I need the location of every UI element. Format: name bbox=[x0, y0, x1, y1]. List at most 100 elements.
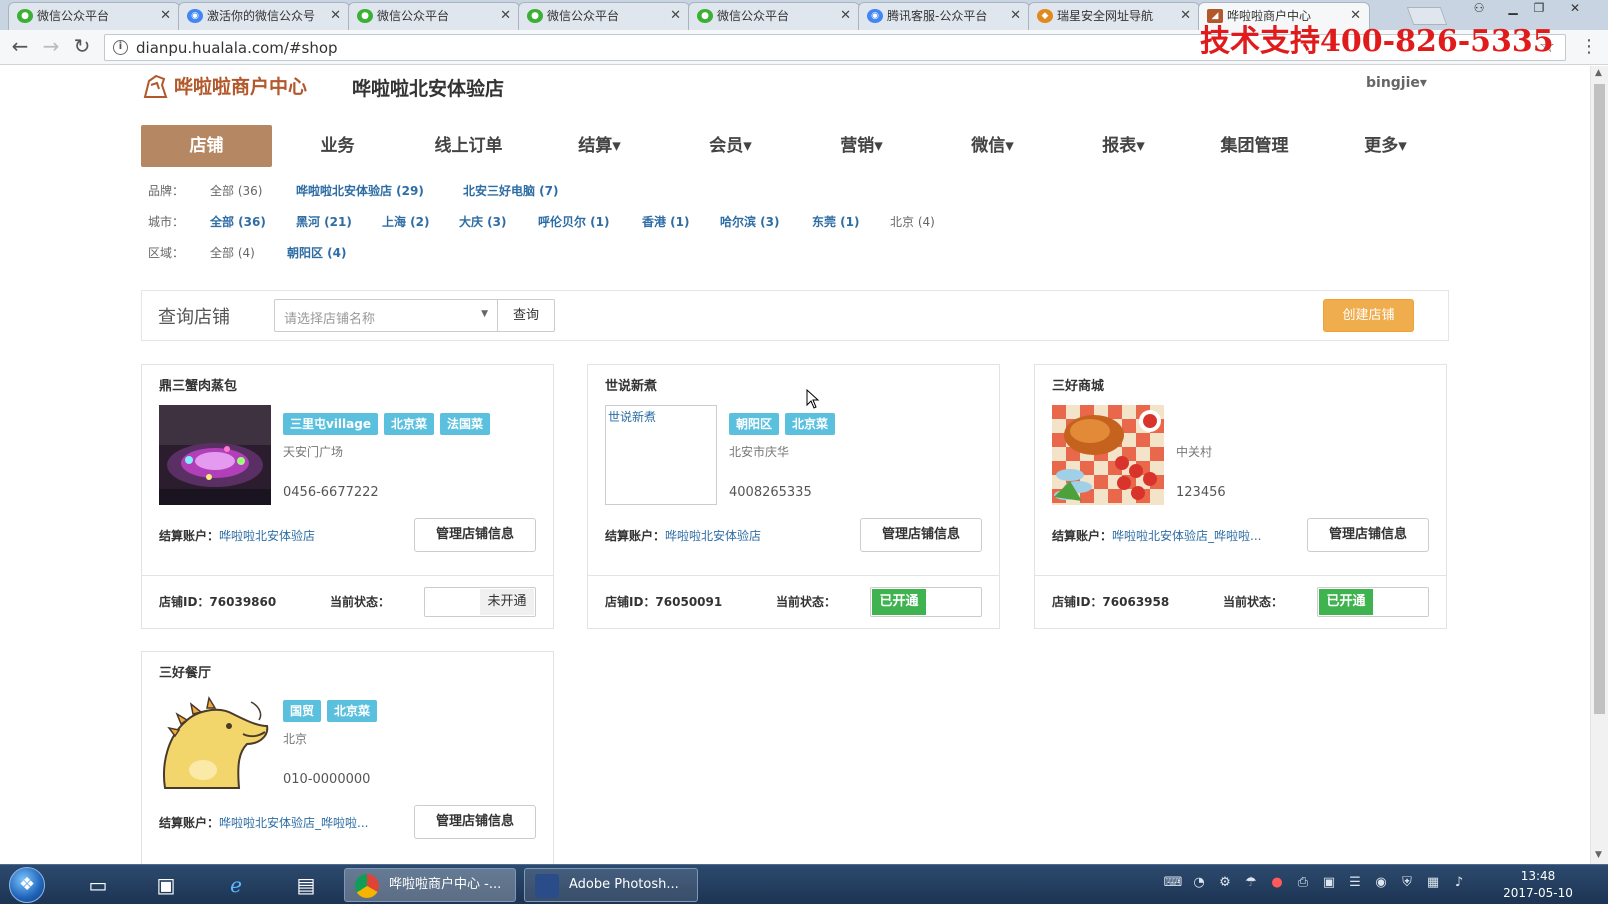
manage-store-button[interactable]: 管理店铺信息 bbox=[414, 805, 536, 839]
nav-online-orders[interactable]: 线上订单 bbox=[403, 125, 534, 167]
store-select-placeholder: 请选择店铺名称 bbox=[284, 312, 376, 327]
shield-icon[interactable]: ⛨ bbox=[1394, 875, 1420, 890]
nav-settlement[interactable]: 结算▾ bbox=[534, 125, 665, 167]
close-icon[interactable]: ✕ bbox=[1180, 3, 1191, 29]
page-scrollbar[interactable]: ▲ ▼ bbox=[1590, 66, 1608, 864]
settlement-account-link[interactable]: 哗啦啦北安体验店_哗啦啦... bbox=[1112, 529, 1261, 543]
forward-icon[interactable]: → bbox=[38, 34, 64, 60]
show-desktop-icon[interactable]: ▭ bbox=[78, 869, 118, 901]
store-name: 三好餐厅 bbox=[159, 666, 212, 681]
query-button[interactable]: 查询 bbox=[497, 299, 555, 332]
status-toggle[interactable]: 未开通 bbox=[424, 587, 536, 617]
settlement-account-link[interactable]: 哗啦啦北安体验店 bbox=[219, 529, 315, 543]
filter-option[interactable]: 黑河 (21) bbox=[296, 213, 352, 230]
taskbar-chrome-window[interactable]: 哗啦啦商户中心 -... bbox=[344, 868, 516, 902]
steam-icon[interactable]: ⚙ bbox=[1212, 875, 1238, 890]
store-tag: 三里屯village bbox=[283, 413, 378, 435]
scrollbar-thumb[interactable] bbox=[1594, 84, 1605, 714]
taskbar-photoshop-window[interactable]: Adobe Photosh... bbox=[524, 868, 698, 902]
filter-option[interactable]: 朝阳区 (4) bbox=[287, 244, 347, 261]
close-window-icon[interactable]: ✕ bbox=[1562, 0, 1588, 18]
status-label: 当前状态： bbox=[1223, 595, 1284, 609]
store-photo[interactable] bbox=[159, 405, 271, 505]
status-toggle[interactable]: 已开通 bbox=[870, 587, 982, 617]
nav-more[interactable]: 更多▾ bbox=[1320, 125, 1451, 167]
browser-tab-3[interactable]: ● 微信公众平台 ✕ bbox=[348, 2, 520, 30]
close-icon[interactable]: ✕ bbox=[840, 3, 851, 29]
filter-option[interactable]: 大庆 (3) bbox=[459, 213, 507, 230]
keyboard-icon[interactable]: ⌨ bbox=[1160, 875, 1186, 890]
store-id: 店铺ID：76063958 bbox=[1052, 595, 1170, 609]
browser-tab-7[interactable]: ◆ 瑞星安全网址导航 ✕ bbox=[1028, 2, 1200, 30]
filter-option[interactable]: 全部 (36) bbox=[210, 182, 262, 199]
filter-option[interactable]: 香港 (1) bbox=[642, 213, 690, 230]
virtual-machine-icon[interactable]: ▣ bbox=[146, 869, 186, 901]
filter-option[interactable]: 哈尔滨 (3) bbox=[720, 213, 780, 230]
settlement-account-link[interactable]: 哗啦啦北安体验店 bbox=[665, 529, 761, 543]
store-photo[interactable]: 世说新煮 bbox=[605, 405, 717, 505]
scroll-down-icon[interactable]: ▼ bbox=[1595, 850, 1602, 860]
browser-tab-2[interactable]: ◉ 激活你的微信公众号 ✕ bbox=[178, 2, 350, 30]
nav-members[interactable]: 会员▾ bbox=[665, 125, 796, 167]
close-icon[interactable]: ✕ bbox=[1010, 3, 1021, 29]
store-photo[interactable] bbox=[159, 692, 271, 792]
file-explorer-icon[interactable]: ▤ bbox=[286, 869, 326, 901]
settlement-account: 结算账户：哗啦啦北安体验店_哗啦啦... bbox=[1052, 527, 1261, 544]
filter-option[interactable]: 上海 (2) bbox=[382, 213, 430, 230]
nav-marketing[interactable]: 营销▾ bbox=[796, 125, 927, 167]
monitor-icon[interactable]: ▣ bbox=[1316, 875, 1342, 890]
manage-store-button[interactable]: 管理店铺信息 bbox=[414, 518, 536, 552]
settlement-account-label: 结算账户： bbox=[159, 816, 220, 830]
chrome-icon: ◉ bbox=[187, 9, 203, 23]
status-toggle-state: 已开通 bbox=[1319, 589, 1373, 615]
close-icon[interactable]: ✕ bbox=[670, 3, 681, 29]
manage-store-button[interactable]: 管理店铺信息 bbox=[1307, 518, 1429, 552]
back-icon[interactable]: ← bbox=[7, 34, 33, 60]
filter-option[interactable]: 哗啦啦北安体验店 (29) bbox=[296, 182, 424, 199]
reload-icon[interactable]: ↻ bbox=[69, 34, 95, 60]
nav-business[interactable]: 业务 bbox=[272, 125, 403, 167]
store-tag: 法国菜 bbox=[440, 413, 491, 435]
nav-group-management[interactable]: 集团管理 bbox=[1189, 125, 1320, 167]
logo-text: 哗啦啦商户中心 bbox=[174, 76, 308, 98]
filter-option[interactable]: 全部 (4) bbox=[210, 244, 255, 261]
record-icon[interactable]: ● bbox=[1264, 875, 1290, 890]
browser-tab-6[interactable]: ◉ 腾讯客服-公众平台 ✕ bbox=[858, 2, 1030, 30]
scroll-up-icon[interactable]: ▲ bbox=[1595, 68, 1602, 78]
printer-icon[interactable]: ⎙ bbox=[1290, 875, 1316, 890]
close-icon[interactable]: ✕ bbox=[160, 3, 171, 29]
qq-icon[interactable]: ◔ bbox=[1186, 875, 1212, 890]
user-dropdown[interactable]: bingjie▾ bbox=[1366, 75, 1427, 91]
manage-store-button[interactable]: 管理店铺信息 bbox=[860, 518, 982, 552]
internet-explorer-icon[interactable]: ℯ bbox=[216, 869, 256, 901]
nav-reports[interactable]: 报表▾ bbox=[1058, 125, 1189, 167]
browser-tab-5[interactable]: ● 微信公众平台 ✕ bbox=[688, 2, 860, 30]
settlement-account-link[interactable]: 哗啦啦北安体验店_哗啦啦... bbox=[219, 816, 368, 830]
browser-tab-4[interactable]: ● 微信公众平台 ✕ bbox=[518, 2, 690, 30]
start-button[interactable]: ❖ bbox=[9, 867, 45, 903]
nav-wechat[interactable]: 微信▾ bbox=[927, 125, 1058, 167]
store-select[interactable]: 请选择店铺名称 ▼ bbox=[274, 299, 498, 332]
list-icon[interactable]: ☰ bbox=[1342, 875, 1368, 890]
close-icon[interactable]: ✕ bbox=[330, 3, 341, 29]
store-tag: 北京菜 bbox=[327, 700, 378, 722]
browser-tab-1[interactable]: ● 微信公众平台 ✕ bbox=[8, 2, 180, 30]
filter-option[interactable]: 全部 (36) bbox=[210, 213, 266, 230]
status-toggle[interactable]: 已开通 bbox=[1317, 587, 1429, 617]
volume-icon[interactable]: ♪ bbox=[1446, 875, 1472, 890]
nav-store[interactable]: 店铺 bbox=[141, 125, 272, 167]
store-photo[interactable] bbox=[1052, 405, 1164, 505]
create-store-button[interactable]: 创建店铺 bbox=[1323, 299, 1414, 332]
info-icon[interactable]: i bbox=[113, 40, 128, 55]
menu-icon[interactable]: ⋮ bbox=[1580, 36, 1598, 57]
site-logo[interactable]: 哗啦啦商户中心 bbox=[142, 72, 307, 99]
system-clock[interactable]: 13:48 2017-05-10 bbox=[1492, 868, 1584, 902]
filter-option[interactable]: 北京 (4) bbox=[890, 213, 935, 230]
umbrella-icon[interactable]: ☂ bbox=[1238, 875, 1264, 890]
close-icon[interactable]: ✕ bbox=[500, 3, 511, 29]
network-icon[interactable]: ▦ bbox=[1420, 875, 1446, 890]
filter-option[interactable]: 东莞 (1) bbox=[812, 213, 860, 230]
chat-icon[interactable]: ◉ bbox=[1368, 875, 1394, 890]
filter-option[interactable]: 呼伦贝尔 (1) bbox=[538, 213, 610, 230]
filter-option[interactable]: 北安三好电脑 (7) bbox=[463, 182, 559, 199]
